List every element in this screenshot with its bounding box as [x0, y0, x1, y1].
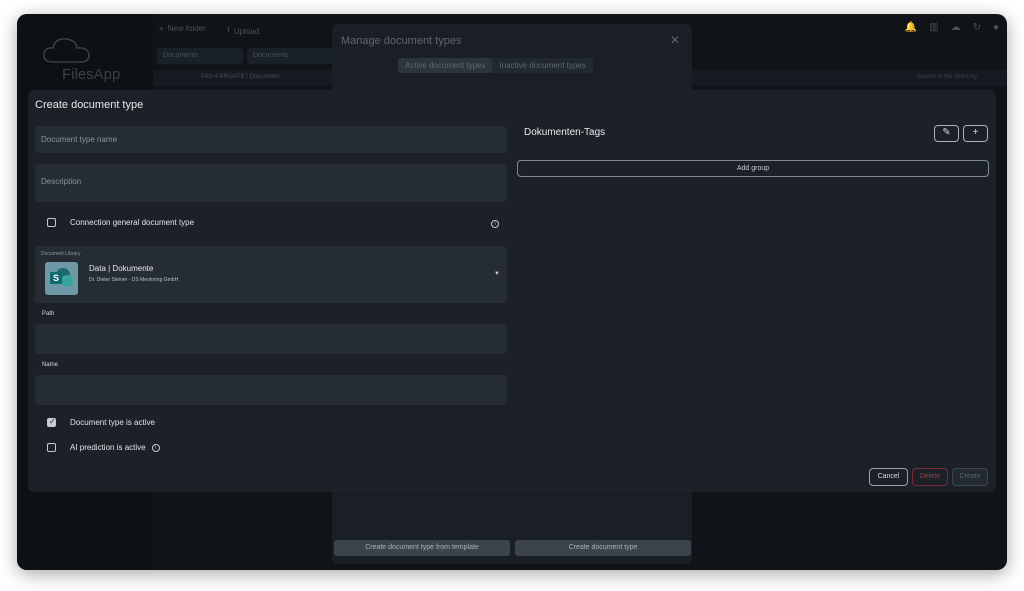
- connection-general-row: Connection general document type: [47, 218, 194, 227]
- create-button[interactable]: Create: [952, 468, 988, 486]
- create-document-type-button[interactable]: Create document type: [515, 540, 691, 556]
- app-name: FilesApp: [62, 66, 121, 83]
- bell-icon[interactable]: 🔔: [905, 22, 917, 33]
- description-input[interactable]: Description: [35, 164, 507, 202]
- info-icon[interactable]: i: [491, 220, 499, 228]
- columns-icon[interactable]: ▥: [929, 22, 938, 33]
- connection-general-label: Connection general document type: [70, 218, 195, 227]
- library-owner: Dr. Dieter Steiner - DS Mentoring GmbH: [89, 277, 179, 283]
- path-label: Path: [42, 311, 55, 317]
- document-type-name-input[interactable]: Document type name: [35, 126, 507, 153]
- tab-documents-1[interactable]: Documents: [157, 48, 243, 64]
- document-library-label: Document Library: [41, 251, 81, 257]
- document-tabs: Documents Documents: [157, 48, 333, 64]
- cancel-button[interactable]: Cancel: [869, 468, 908, 486]
- breadcrumb: FAG 4 PRIVATE / Documents: [201, 74, 280, 80]
- cloud-icon[interactable]: ☁: [951, 22, 961, 33]
- avatar[interactable]: ●: [993, 22, 999, 33]
- plus-icon: +: [972, 127, 979, 138]
- close-icon[interactable]: ✕: [670, 33, 680, 47]
- caret-down-icon: ▼: [494, 271, 500, 277]
- placeholder-text: Description: [41, 177, 82, 186]
- dialog-title: Create document type: [35, 99, 144, 111]
- app-window: FilesApp + New folder ⭱ Upload 🔔 ▥ ☁ ↻ ●…: [17, 14, 1007, 570]
- name-label: Name: [42, 362, 59, 368]
- add-tag-button[interactable]: +: [963, 125, 988, 142]
- placeholder-text: Document type name: [41, 135, 118, 144]
- ai-prediction-row: AI prediction is active i: [47, 443, 160, 452]
- active-row: Document type is active: [47, 417, 155, 427]
- search-input[interactable]: Search in the directory: [917, 74, 977, 80]
- delete-button[interactable]: Delete: [912, 468, 948, 486]
- create-document-type-dialog: Create document type Document type name …: [28, 90, 996, 492]
- document-type-tabs: Active document types Inactive document …: [398, 58, 593, 73]
- manage-footer: Create document type from template Creat…: [334, 540, 691, 556]
- document-tags-title: Dokumenten-Tags: [524, 127, 606, 138]
- tab-active-document-types[interactable]: Active document types: [398, 58, 493, 73]
- plus-icon: +: [159, 24, 164, 33]
- dialog-title: Manage document types: [341, 35, 462, 47]
- edit-button[interactable]: ✎: [934, 125, 959, 142]
- path-input[interactable]: [35, 324, 507, 354]
- ai-prediction-label: AI prediction is active: [70, 443, 146, 452]
- sharepoint-icon: S: [45, 262, 78, 295]
- create-from-template-button[interactable]: Create document type from template: [334, 540, 510, 556]
- document-type-active-label: Document type is active: [70, 418, 155, 427]
- info-icon[interactable]: i: [151, 443, 160, 452]
- pencil-icon: ✎: [942, 127, 951, 138]
- cloud-logo-icon: [43, 38, 90, 63]
- connection-general-checkbox[interactable]: [47, 218, 56, 227]
- document-library-select[interactable]: Document Library S Data | Dokumente Dr. …: [35, 246, 507, 303]
- refresh-icon[interactable]: ↻: [973, 22, 981, 33]
- new-folder-button[interactable]: + New folder: [159, 24, 206, 33]
- ai-prediction-checkbox[interactable]: [47, 443, 56, 452]
- add-group-button[interactable]: Add group: [517, 160, 989, 177]
- tab-documents-2[interactable]: Documents: [247, 48, 333, 64]
- document-type-active-checkbox[interactable]: [47, 417, 56, 427]
- toolbar-icons: 🔔 ▥ ☁ ↻ ●: [905, 22, 999, 33]
- tab-inactive-document-types[interactable]: Inactive document types: [492, 58, 592, 73]
- upload-icon: ⭱: [227, 25, 230, 34]
- upload-button[interactable]: ⭱ Upload: [227, 24, 259, 38]
- name-input[interactable]: [35, 375, 507, 405]
- library-name: Data | Dokumente: [89, 264, 154, 273]
